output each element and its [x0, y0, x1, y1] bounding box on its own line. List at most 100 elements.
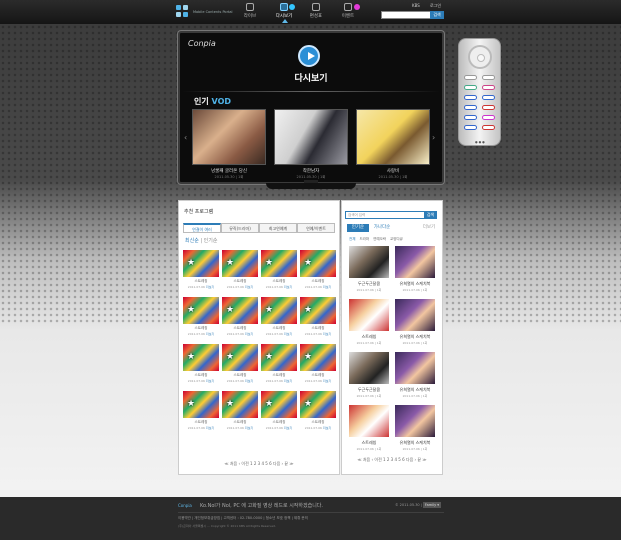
remote-button[interactable]	[464, 115, 477, 120]
tab-popular[interactable]: 인기순	[347, 224, 369, 232]
more-link[interactable]: 더보기	[245, 285, 253, 289]
more-link[interactable]: 더보기	[323, 379, 331, 383]
program-item[interactable]: ★ 스트레칭 2011.07.06 더보기	[222, 344, 258, 384]
nav-schedule[interactable]: 편성표	[304, 3, 328, 19]
more-link[interactable]: 더보기	[245, 379, 253, 383]
tab-recommend-3[interactable]: 연예/이벤트	[297, 223, 335, 233]
program-title: 스트레칭	[194, 279, 208, 283]
more-link[interactable]: 더보기	[323, 285, 331, 289]
tab-recommend-1[interactable]: 뮤직(드라마)	[221, 223, 259, 233]
remote-button[interactable]	[482, 125, 495, 130]
more-link[interactable]: 더보기	[284, 426, 292, 430]
program-thumbnail: ★	[261, 297, 297, 324]
ranking-thumbnail	[349, 405, 389, 437]
remote-button[interactable]	[482, 85, 495, 90]
program-item[interactable]: ★ 스트레칭 2011.07.06 더보기	[300, 391, 336, 431]
sort-latest[interactable]: 최신순	[185, 238, 199, 244]
kbs-link[interactable]: KBS	[412, 3, 420, 8]
program-item[interactable]: ★ 스트레칭 2011.07.06 더보기	[261, 250, 297, 290]
ranking-date: 2011.07.06 | 1회	[356, 447, 382, 451]
more-link[interactable]: 더보기	[206, 426, 214, 430]
program-search-input[interactable]: 검색어 입력	[345, 211, 425, 219]
category-documentary[interactable]: 교양다큐	[390, 237, 403, 241]
remote-button[interactable]	[482, 105, 495, 110]
ranking-item[interactable]: 유희열의 스케치북 2011.07.06 | 1회	[395, 405, 435, 455]
more-link[interactable]: 더보기	[245, 426, 253, 430]
category-all[interactable]: 전체	[349, 237, 355, 241]
remote-button[interactable]	[464, 125, 477, 130]
more-link[interactable]: 더보기	[206, 379, 214, 383]
program-search-button[interactable]: 검색	[424, 211, 437, 219]
remote-button[interactable]	[464, 85, 477, 90]
pagination[interactable]: ≪ 처음 ‹ 이전 1 2 3 4 5 6 다음 › 끝 ≫	[341, 457, 443, 463]
vod-item[interactable]: 사랑비 2011.05.30 | 1회	[356, 109, 430, 191]
pagination[interactable]: ≪ 처음 ‹ 이전 1 2 3 4 5 6 다음 › 끝 ≫	[178, 461, 340, 467]
more-link[interactable]: 더보기	[284, 332, 292, 336]
more-link[interactable]: 더보기	[323, 426, 331, 430]
logo-icon[interactable]	[176, 5, 188, 17]
more-link[interactable]: 더보기	[206, 332, 214, 336]
ranking-item[interactable]: 유희열의 스케치북 2011.07.06 | 1회	[395, 299, 435, 349]
vod-item[interactable]: 넝쿨째 굴러온 당신 2011.05.30 | 1회	[192, 109, 266, 191]
tab-recommend-2[interactable]: 최고연예계	[259, 223, 297, 233]
program-item[interactable]: ★ 스트레칭 2011.07.06 더보기	[261, 391, 297, 431]
footer-copyright: © 2011.05.30 |	[395, 503, 422, 507]
more-link[interactable]: 더보기	[245, 332, 253, 336]
vod-item[interactable]: 착한남자 2011.05.30 | 1회	[274, 109, 348, 191]
ranking-item[interactable]: 스트레칭 2011.07.06 | 1회	[349, 299, 389, 349]
program-title: 스트레칭	[311, 326, 325, 330]
ranking-item[interactable]: 두근두근달콤 2011.07.06 | 1회	[349, 352, 389, 402]
nav-live[interactable]: 라이브	[238, 3, 262, 19]
program-item[interactable]: ★ 스트레칭 2011.07.06 더보기	[300, 344, 336, 384]
more-link[interactable]: 더보기	[284, 379, 292, 383]
chevron-right-icon[interactable]: ›	[432, 133, 435, 142]
play-icon[interactable]	[298, 45, 320, 67]
more-link[interactable]: 더보기	[420, 224, 438, 232]
ranking-item[interactable]: 스트레칭 2011.07.06 | 1회	[349, 405, 389, 455]
brand-logo: Conpia	[188, 39, 216, 48]
top-search-input[interactable]	[381, 11, 431, 19]
program-item[interactable]: ★ 스트레칭 2011.07.06 더보기	[222, 297, 258, 337]
remote-button[interactable]	[482, 115, 495, 120]
ranking-item[interactable]: 두근두근달콤 2011.07.06 | 1회	[349, 246, 389, 296]
program-item[interactable]: ★ 스트레칭 2011.07.06 더보기	[261, 297, 297, 337]
sort-popular[interactable]: | 인기순	[200, 238, 217, 244]
calendar-icon	[312, 3, 320, 11]
more-link[interactable]: 더보기	[206, 285, 214, 289]
category-entertainment[interactable]: 연예오락	[373, 237, 386, 241]
program-item[interactable]: ★ 스트레칭 2011.07.06 더보기	[183, 344, 219, 384]
family-site-select[interactable]: Family ▾	[423, 502, 441, 508]
more-link[interactable]: 더보기	[323, 332, 331, 336]
category-drama[interactable]: 드라마	[359, 237, 369, 241]
program-item[interactable]: ★ 스트레칭 2011.07.06 더보기	[261, 344, 297, 384]
ranking-item[interactable]: 유희열의 스케치북 2011.07.06 | 1회	[395, 246, 435, 296]
tab-alphabetical[interactable]: 가나다순	[372, 224, 392, 232]
footer-links[interactable]: 이용약관 | 개인정보취급방침 | 고객센터 : 02-780-0000 | 청…	[178, 516, 308, 521]
remote-button[interactable]	[482, 75, 495, 80]
program-title: 스트레칭	[272, 373, 286, 377]
program-item[interactable]: ★ 스트레칭 2011.07.06 더보기	[183, 297, 219, 337]
program-title: 스트레칭	[311, 420, 325, 424]
remote-button[interactable]	[464, 105, 477, 110]
chevron-left-icon[interactable]: ‹	[184, 133, 187, 142]
program-item[interactable]: ★ 스트레칭 2011.07.06 더보기	[183, 391, 219, 431]
remote-button[interactable]	[464, 75, 477, 80]
program-item[interactable]: ★ 스트레칭 2011.07.06 더보기	[222, 250, 258, 290]
program-meta: 2011.07.06 더보기	[183, 285, 219, 289]
remote-button[interactable]	[464, 95, 477, 100]
ranking-item[interactable]: 유희열의 스케치북 2011.07.06 | 1회	[395, 352, 435, 402]
vod-thumbnail	[274, 109, 348, 165]
program-item[interactable]: ★ 스트레칭 2011.07.06 더보기	[300, 297, 336, 337]
top-search-button[interactable]: 검색	[430, 11, 444, 19]
program-item[interactable]: ★ 스트레칭 2011.07.06 더보기	[300, 250, 336, 290]
remote-button[interactable]	[482, 95, 495, 100]
program-item[interactable]: ★ 스트레칭 2011.07.06 더보기	[183, 250, 219, 290]
more-link[interactable]: 더보기	[284, 285, 292, 289]
program-meta: 2011.07.06 더보기	[300, 285, 336, 289]
program-item[interactable]: ★ 스트레칭 2011.07.06 더보기	[222, 391, 258, 431]
thumbnail-logo: ★	[265, 305, 274, 315]
program-date: 2011.07.06	[226, 332, 244, 336]
remote-dial-icon[interactable]	[468, 45, 492, 69]
login-link[interactable]: 로그인	[430, 3, 441, 9]
tab-recommend-0[interactable]: 연결이 여러	[183, 223, 221, 233]
